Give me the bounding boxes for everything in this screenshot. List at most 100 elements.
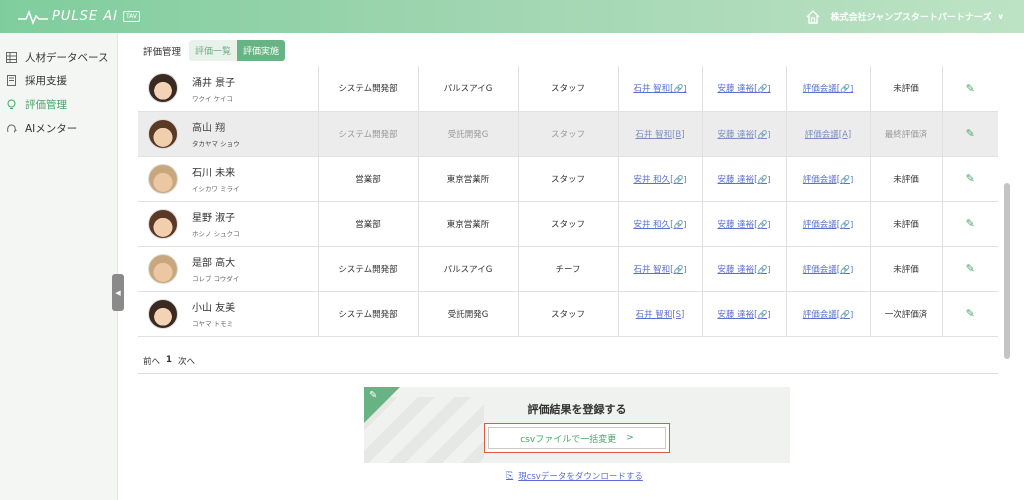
employee-name[interactable]: 小山 友美 xyxy=(192,299,235,314)
evaluator1-cell: 石井 智和[B] xyxy=(618,111,703,157)
avatar xyxy=(148,118,178,149)
link-icon: 🔗] xyxy=(757,174,771,184)
evaluation-meeting-link[interactable]: 評価会議[🔗] xyxy=(803,84,853,94)
pagination-next[interactable]: 次へ xyxy=(178,355,195,367)
employee-cell: 小山 友美 コヤマ トモミ xyxy=(138,291,319,337)
table-row: 是部 高大 コレブ コウダイ システム開発部 パルスアイG チーフ 石井 智和[… xyxy=(138,246,998,292)
evaluator2-link[interactable]: 安藤 達裕[🔗] xyxy=(717,220,770,230)
evaluation-meeting-link[interactable]: 評価会議[A] xyxy=(805,130,851,140)
employee-name[interactable]: 是部 高大 xyxy=(192,254,239,269)
pencil-edit-icon[interactable]: ✎ xyxy=(966,262,975,275)
status-cell: 一次評価済 xyxy=(870,291,943,337)
group-cell: 受託開発G xyxy=(418,291,519,337)
status-cell: 未評価 xyxy=(870,66,943,112)
pagination: 前へ 1 次へ xyxy=(143,355,195,367)
employee-name[interactable]: 石川 未来 xyxy=(192,164,240,179)
link-icon: 🔗] xyxy=(840,309,854,319)
employee-name[interactable]: 星野 淑子 xyxy=(192,209,240,224)
evaluation-meeting-link[interactable]: 評価会議[🔗] xyxy=(803,220,853,230)
status-cell: 未評価 xyxy=(870,201,943,247)
grid-icon xyxy=(6,52,17,63)
status-cell: 未評価 xyxy=(870,156,943,202)
group-cell: 受託開発G xyxy=(418,111,519,157)
department-cell: 営業部 xyxy=(318,201,419,247)
department-cell: 営業部 xyxy=(318,156,419,202)
pencil-edit-icon[interactable]: ✎ xyxy=(966,217,975,230)
pencil-edit-icon[interactable]: ✎ xyxy=(966,82,975,95)
link-icon: 🔗] xyxy=(757,309,771,319)
employee-kana: コレブ コウダイ xyxy=(192,275,240,283)
employee-kana: ホシノ シュクコ xyxy=(192,230,240,238)
home-icon[interactable] xyxy=(805,9,821,25)
evaluation-meeting-link[interactable]: 評価会議[🔗] xyxy=(803,310,853,320)
evaluator2-link[interactable]: 安藤 達裕[🔗] xyxy=(717,175,770,185)
sidebar-item-ai-mentor[interactable]: AIメンター xyxy=(6,121,77,136)
sidebar-item-talent-database[interactable]: 人材データベース xyxy=(6,50,108,65)
table-scrollbar[interactable] xyxy=(1004,183,1010,359)
evaluator1-link[interactable]: 安井 和久[🔗] xyxy=(633,175,686,185)
employee-cell: 高山 翔 タカヤマ ショウ xyxy=(138,111,319,157)
role-cell: スタッフ xyxy=(518,111,619,157)
evaluator2-link[interactable]: 安藤 達裕[🔗] xyxy=(717,84,770,94)
employee-kana: タカヤマ ショウ xyxy=(192,140,240,148)
sidebar-item-recruitment[interactable]: 採用支援 xyxy=(6,73,67,88)
table-row: 涌井 景子 ワクイ ケイコ システム開発部 パルスアイG スタッフ 石井 智和[… xyxy=(138,66,998,112)
link-icon: 🔗] xyxy=(673,264,687,274)
pencil-edit-icon[interactable]: ✎ xyxy=(966,172,975,185)
evaluator1-link[interactable]: 石井 智和[🔗] xyxy=(633,265,686,275)
sidebar-item-label: 評価管理 xyxy=(25,99,67,111)
evaluator1-link[interactable]: 安井 和久[🔗] xyxy=(633,220,686,230)
download-csv-link[interactable]: ⎘ 現csvデータをダウンロードする xyxy=(506,470,643,482)
chevron-right-icon: > xyxy=(626,433,634,443)
evaluator1-link[interactable]: 石井 智和[S] xyxy=(636,310,685,320)
evaluator1-cell: 安井 和久[🔗] xyxy=(618,201,703,247)
employee-kana: ワクイ ケイコ xyxy=(192,94,233,103)
evaluator1-cell: 安井 和久[🔗] xyxy=(618,156,703,202)
link-icon: 🔗] xyxy=(673,219,687,229)
evaluation-meeting-cell: 評価会議[A] xyxy=(786,111,871,157)
evaluation-meeting-cell: 評価会議[🔗] xyxy=(786,201,871,247)
evaluation-meeting-cell: 評価会議[🔗] xyxy=(786,291,871,337)
employee-name[interactable]: 高山 翔 xyxy=(192,119,240,134)
role-cell: スタッフ xyxy=(518,291,619,337)
evaluator1-link[interactable]: 石井 智和[🔗] xyxy=(633,84,686,94)
evaluator1-cell: 石井 智和[S] xyxy=(618,291,703,337)
avatar xyxy=(148,253,178,284)
logo-badge: TAV xyxy=(122,11,140,22)
register-title: 評価結果を登録する xyxy=(527,403,627,416)
evaluator2-cell: 安藤 達裕[🔗] xyxy=(702,156,787,202)
avatar xyxy=(148,298,178,329)
link-icon: 🔗] xyxy=(673,174,687,184)
evaluation-meeting-link[interactable]: 評価会議[🔗] xyxy=(803,175,853,185)
sidebar-item-evaluation[interactable]: 評価管理 xyxy=(6,97,67,112)
sidebar-collapse-toggle[interactable]: ◀ xyxy=(112,274,124,311)
employee-cell: 是部 高大 コレブ コウダイ xyxy=(138,246,319,292)
evaluator2-link[interactable]: 安藤 達裕[🔗] xyxy=(717,265,770,275)
company-menu[interactable]: 株式会社ジャンプスタートパートナーズ ∨ xyxy=(805,0,1004,33)
evaluation-meeting-link[interactable]: 評価会議[🔗] xyxy=(803,265,853,275)
employee-name[interactable]: 涌井 景子 xyxy=(192,74,235,89)
chevron-down-icon[interactable]: ∨ xyxy=(998,12,1005,21)
avatar xyxy=(148,208,178,239)
tab-evaluation-list[interactable]: 評価一覧 xyxy=(189,40,238,61)
link-icon: 🔗] xyxy=(757,129,771,139)
evaluator2-link[interactable]: 安藤 達裕[🔗] xyxy=(717,310,770,320)
role-cell: チーフ xyxy=(518,246,619,292)
group-cell: パルスアイG xyxy=(418,246,519,292)
sidebar: 人材データベース 採用支援 評価管理 AIメンター xyxy=(0,33,118,500)
pagination-current[interactable]: 1 xyxy=(166,355,172,367)
department-cell: システム開発部 xyxy=(318,111,419,157)
evaluation-meeting-cell: 評価会議[🔗] xyxy=(786,66,871,112)
pencil-edit-icon[interactable]: ✎ xyxy=(966,307,975,320)
evaluator2-link[interactable]: 安藤 達裕[🔗] xyxy=(717,130,770,140)
tab-evaluation-run[interactable]: 評価実施 xyxy=(237,40,286,61)
section-toolbar: 評価管理 評価一覧 評価実施 xyxy=(143,40,286,61)
evaluator1-link[interactable]: 石井 智和[B] xyxy=(635,130,684,140)
role-cell: スタッフ xyxy=(518,66,619,112)
pagination-prev[interactable]: 前へ xyxy=(143,355,160,367)
pulse-ai-logo[interactable]: PULSE AI TAV xyxy=(18,9,140,25)
pencil-edit-icon[interactable]: ✎ xyxy=(966,127,975,140)
download-link-label: 現csvデータをダウンロードする xyxy=(518,472,643,482)
csv-bulk-update-button[interactable]: csvファイルで一括変更 > xyxy=(488,427,666,449)
table-row: 高山 翔 タカヤマ ショウ システム開発部 受託開発G スタッフ 石井 智和[B… xyxy=(138,111,998,157)
